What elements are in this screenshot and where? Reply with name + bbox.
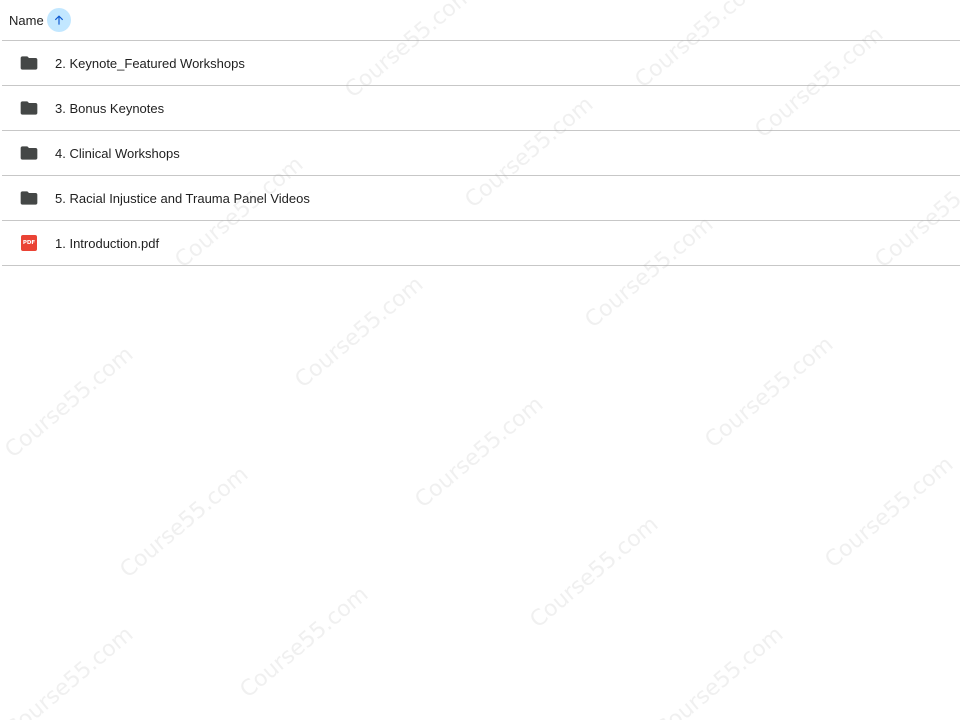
watermark: Course55.com [650,621,789,720]
list-item[interactable]: 2. Keynote_Featured Workshops [2,41,960,86]
file-name: 3. Bonus Keynotes [55,100,165,116]
file-name: 4. Clinical Workshops [55,145,180,161]
arrow-up-icon [54,15,63,25]
list-item[interactable]: 5. Racial Injustice and Trauma Panel Vid… [2,176,960,221]
pdf-badge: PDF [21,235,37,251]
file-list: 2. Keynote_Featured Workshops 3. Bonus K… [2,41,960,266]
watermark: Course55.com [525,511,664,634]
folder-icon [19,188,39,208]
file-list-page: Name 2. Keynote_Featured Workshops 3. Bo… [0,0,960,720]
list-header: Name [2,0,960,41]
watermark: Course55.com [410,391,549,514]
sort-button[interactable] [46,8,71,32]
folder-icon [19,143,39,163]
watermark: Course55.com [0,341,139,464]
watermark: Course55.com [0,621,139,720]
list-item[interactable]: 3. Bonus Keynotes [2,86,960,131]
list-item[interactable]: PDF 1. Introduction.pdf [2,221,960,266]
pdf-icon: PDF [19,233,39,253]
watermark: Course55.com [290,271,429,394]
watermark: Course55.com [820,451,959,574]
folder-icon [19,53,39,73]
file-name: 5. Racial Injustice and Trauma Panel Vid… [55,190,310,206]
file-name: 1. Introduction.pdf [55,235,160,251]
folder-icon [19,98,39,118]
list-item[interactable]: 4. Clinical Workshops [2,131,960,176]
file-name: 2. Keynote_Featured Workshops [55,55,245,71]
watermark: Course55.com [700,331,839,454]
watermark: Course55.com [235,581,374,704]
name-column-header[interactable]: Name [9,13,44,28]
watermark: Course55.com [115,461,254,584]
